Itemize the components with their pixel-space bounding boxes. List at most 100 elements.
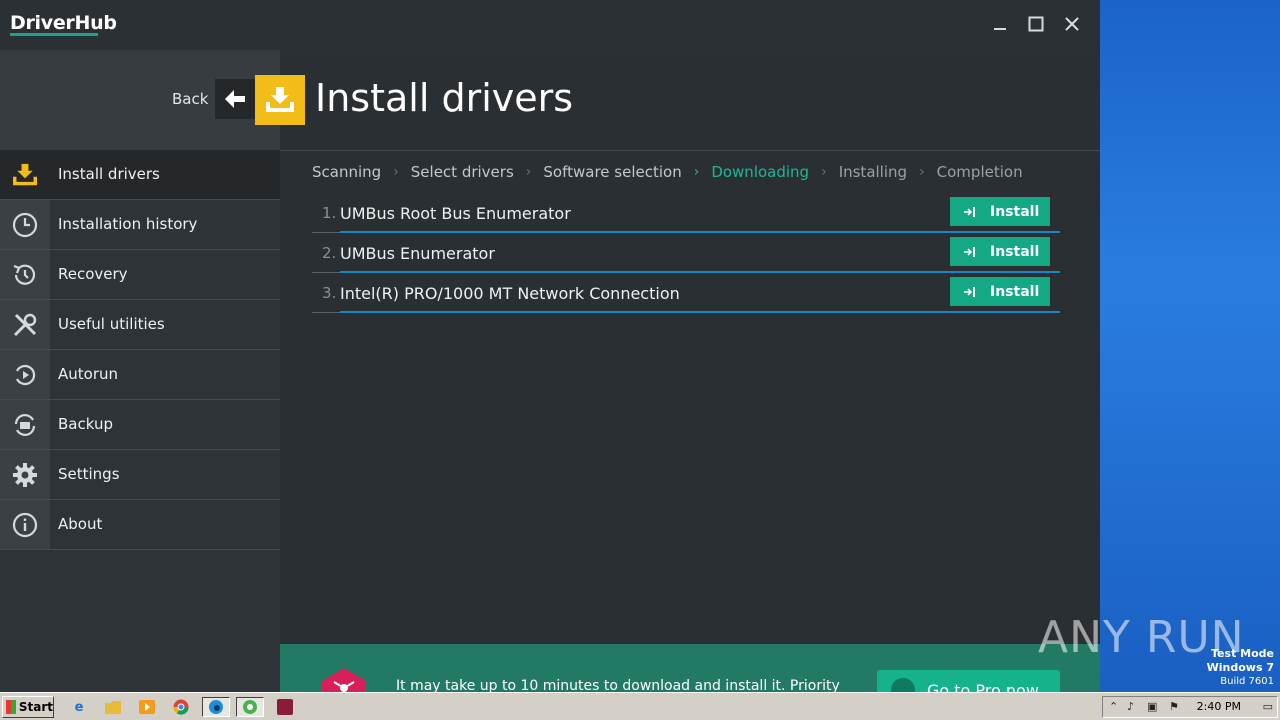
network-icon[interactable]: ▣ — [1147, 700, 1157, 713]
sidebar-item-about[interactable]: About — [0, 500, 280, 550]
driver-row: 3. Intel(R) PRO/1000 MT Network Connecti… — [312, 275, 1060, 313]
media-player-icon[interactable] — [136, 697, 158, 717]
step-software-selection: Software selection — [543, 163, 682, 181]
close-button[interactable] — [1058, 12, 1086, 38]
driverhub-taskbar-icon[interactable] — [236, 697, 264, 717]
driver-number: 2. — [322, 244, 337, 262]
start-button[interactable]: Start — [2, 696, 54, 718]
sidebar-item-autorun[interactable]: Autorun — [0, 350, 280, 400]
page-title: Install drivers — [315, 76, 574, 120]
clock[interactable]: 2:40 PM — [1197, 700, 1241, 713]
driverhub-window: DriverHub Back Install drivers Install d… — [0, 0, 1100, 692]
row-divider — [340, 311, 1060, 313]
driver-row: 1. UMBus Root Bus Enumerator Install — [312, 195, 1060, 233]
driver-name: UMBus Root Bus Enumerator — [340, 204, 571, 223]
sidebar-item-label: Useful utilities — [58, 315, 165, 333]
driver-row: 2. UMBus Enumerator Install — [312, 235, 1060, 273]
taskbar: Start e ⌃ ♪ ▣ ⚑ 2:40 PM ▭ — [0, 692, 1280, 720]
logo-underline — [10, 33, 98, 36]
app-taskbar-icon[interactable] — [272, 697, 298, 717]
pro-banner: It may take up to 10 minutes to download… — [280, 644, 1100, 692]
app-logo: DriverHub — [10, 12, 117, 34]
sidebar-item-label: Install drivers — [58, 165, 160, 183]
step-downloading: Downloading — [711, 163, 810, 181]
clock-icon — [12, 212, 38, 237]
sidebar-item-backup[interactable]: Backup — [0, 400, 280, 450]
chevron-right-icon: › — [919, 164, 925, 180]
row-divider — [340, 271, 1060, 273]
sidebar-item-installation-history[interactable]: Installation history — [0, 200, 280, 250]
flag-icon[interactable]: ⚑ — [1169, 700, 1179, 713]
chevron-right-icon: › — [525, 164, 532, 180]
edge-icon[interactable] — [202, 697, 230, 717]
title-bar: DriverHub — [0, 0, 1100, 50]
step-installing: Installing — [838, 163, 908, 181]
chevron-right-icon: › — [393, 164, 399, 180]
step-select-drivers: Select drivers — [410, 163, 514, 181]
build-label: Build 7601 — [1220, 676, 1274, 687]
show-hidden-icons-icon[interactable]: ⌃ — [1109, 700, 1118, 713]
chrome-icon[interactable] — [170, 697, 192, 717]
chevron-right-icon: › — [693, 164, 700, 180]
sidebar: Install drivers Installation history Rec… — [0, 150, 280, 692]
install-button-label: Install — [990, 283, 1040, 300]
sidebar-item-label: Autorun — [58, 365, 119, 383]
maximize-icon — [1028, 16, 1044, 32]
gear-icon — [13, 462, 37, 487]
sidebar-item-settings[interactable]: Settings — [0, 450, 280, 500]
page-header: Back Install drivers — [0, 50, 1100, 150]
sidebar-item-label: Backup — [58, 415, 113, 433]
back-label[interactable]: Back — [172, 90, 208, 108]
sidebar-item-label: Settings — [58, 465, 120, 483]
install-arrow-icon — [964, 246, 976, 258]
install-arrow-icon — [964, 286, 976, 298]
chevron-right-icon: › — [821, 164, 827, 180]
progress-steps: Scanning › Select drivers › Software sel… — [312, 163, 1023, 181]
close-icon — [1065, 17, 1079, 31]
pro-icon — [891, 678, 915, 692]
tools-icon — [13, 313, 37, 336]
sidebar-item-install-drivers[interactable]: Install drivers — [0, 150, 280, 200]
driver-name: Intel(R) PRO/1000 MT Network Connection — [340, 284, 680, 303]
show-desktop-icon[interactable]: ▭ — [1263, 700, 1273, 713]
install-button[interactable]: Install — [950, 237, 1050, 266]
test-mode-label: Test Mode — [1211, 647, 1274, 660]
minimize-icon — [994, 28, 1006, 30]
maximize-button[interactable] — [1022, 12, 1050, 38]
install-button[interactable]: Install — [950, 197, 1050, 226]
minimize-button[interactable] — [986, 12, 1014, 38]
go-to-pro-label: Go to Pro now — [927, 680, 1039, 693]
driver-number: 1. — [322, 204, 337, 222]
folder-icon[interactable] — [102, 697, 124, 717]
main-content: Scanning › Select drivers › Software sel… — [280, 150, 1100, 644]
banner-text: It may take up to 10 minutes to download… — [396, 678, 840, 692]
volume-icon[interactable]: ♪ — [1127, 700, 1134, 713]
step-completion: Completion — [936, 163, 1023, 181]
arrow-left-icon — [225, 90, 245, 108]
sidebar-item-label: Installation history — [58, 215, 198, 233]
info-icon — [12, 512, 38, 537]
step-scanning: Scanning — [312, 163, 382, 181]
sidebar-item-useful-utilities[interactable]: Useful utilities — [0, 300, 280, 350]
sidebar-item-label: About — [58, 515, 103, 533]
os-label: Windows 7 — [1206, 661, 1274, 674]
start-label: Start — [18, 700, 53, 714]
hub-logo-icon — [320, 668, 368, 692]
backup-icon — [14, 413, 36, 436]
autorun-icon — [16, 364, 36, 385]
sidebar-item-recovery[interactable]: Recovery — [0, 250, 280, 300]
row-divider — [340, 231, 1060, 233]
download-tray-icon — [13, 163, 37, 185]
sidebar-item-label: Recovery — [58, 265, 128, 283]
download-tray-icon — [266, 87, 294, 112]
install-drivers-header-icon — [255, 75, 305, 125]
ie-icon[interactable]: e — [68, 697, 90, 717]
system-tray: ⌃ ♪ ▣ ⚑ 2:40 PM ▭ — [1102, 696, 1278, 718]
driver-name: UMBus Enumerator — [340, 244, 495, 263]
windows-flag-icon — [6, 700, 16, 714]
test-mode-notice: Test Mode Windows 7 Build 7601 — [1207, 647, 1274, 689]
install-button[interactable]: Install — [950, 277, 1050, 306]
go-to-pro-button[interactable]: Go to Pro now — [877, 670, 1060, 692]
back-button[interactable] — [215, 79, 255, 119]
driver-number: 3. — [322, 284, 337, 302]
